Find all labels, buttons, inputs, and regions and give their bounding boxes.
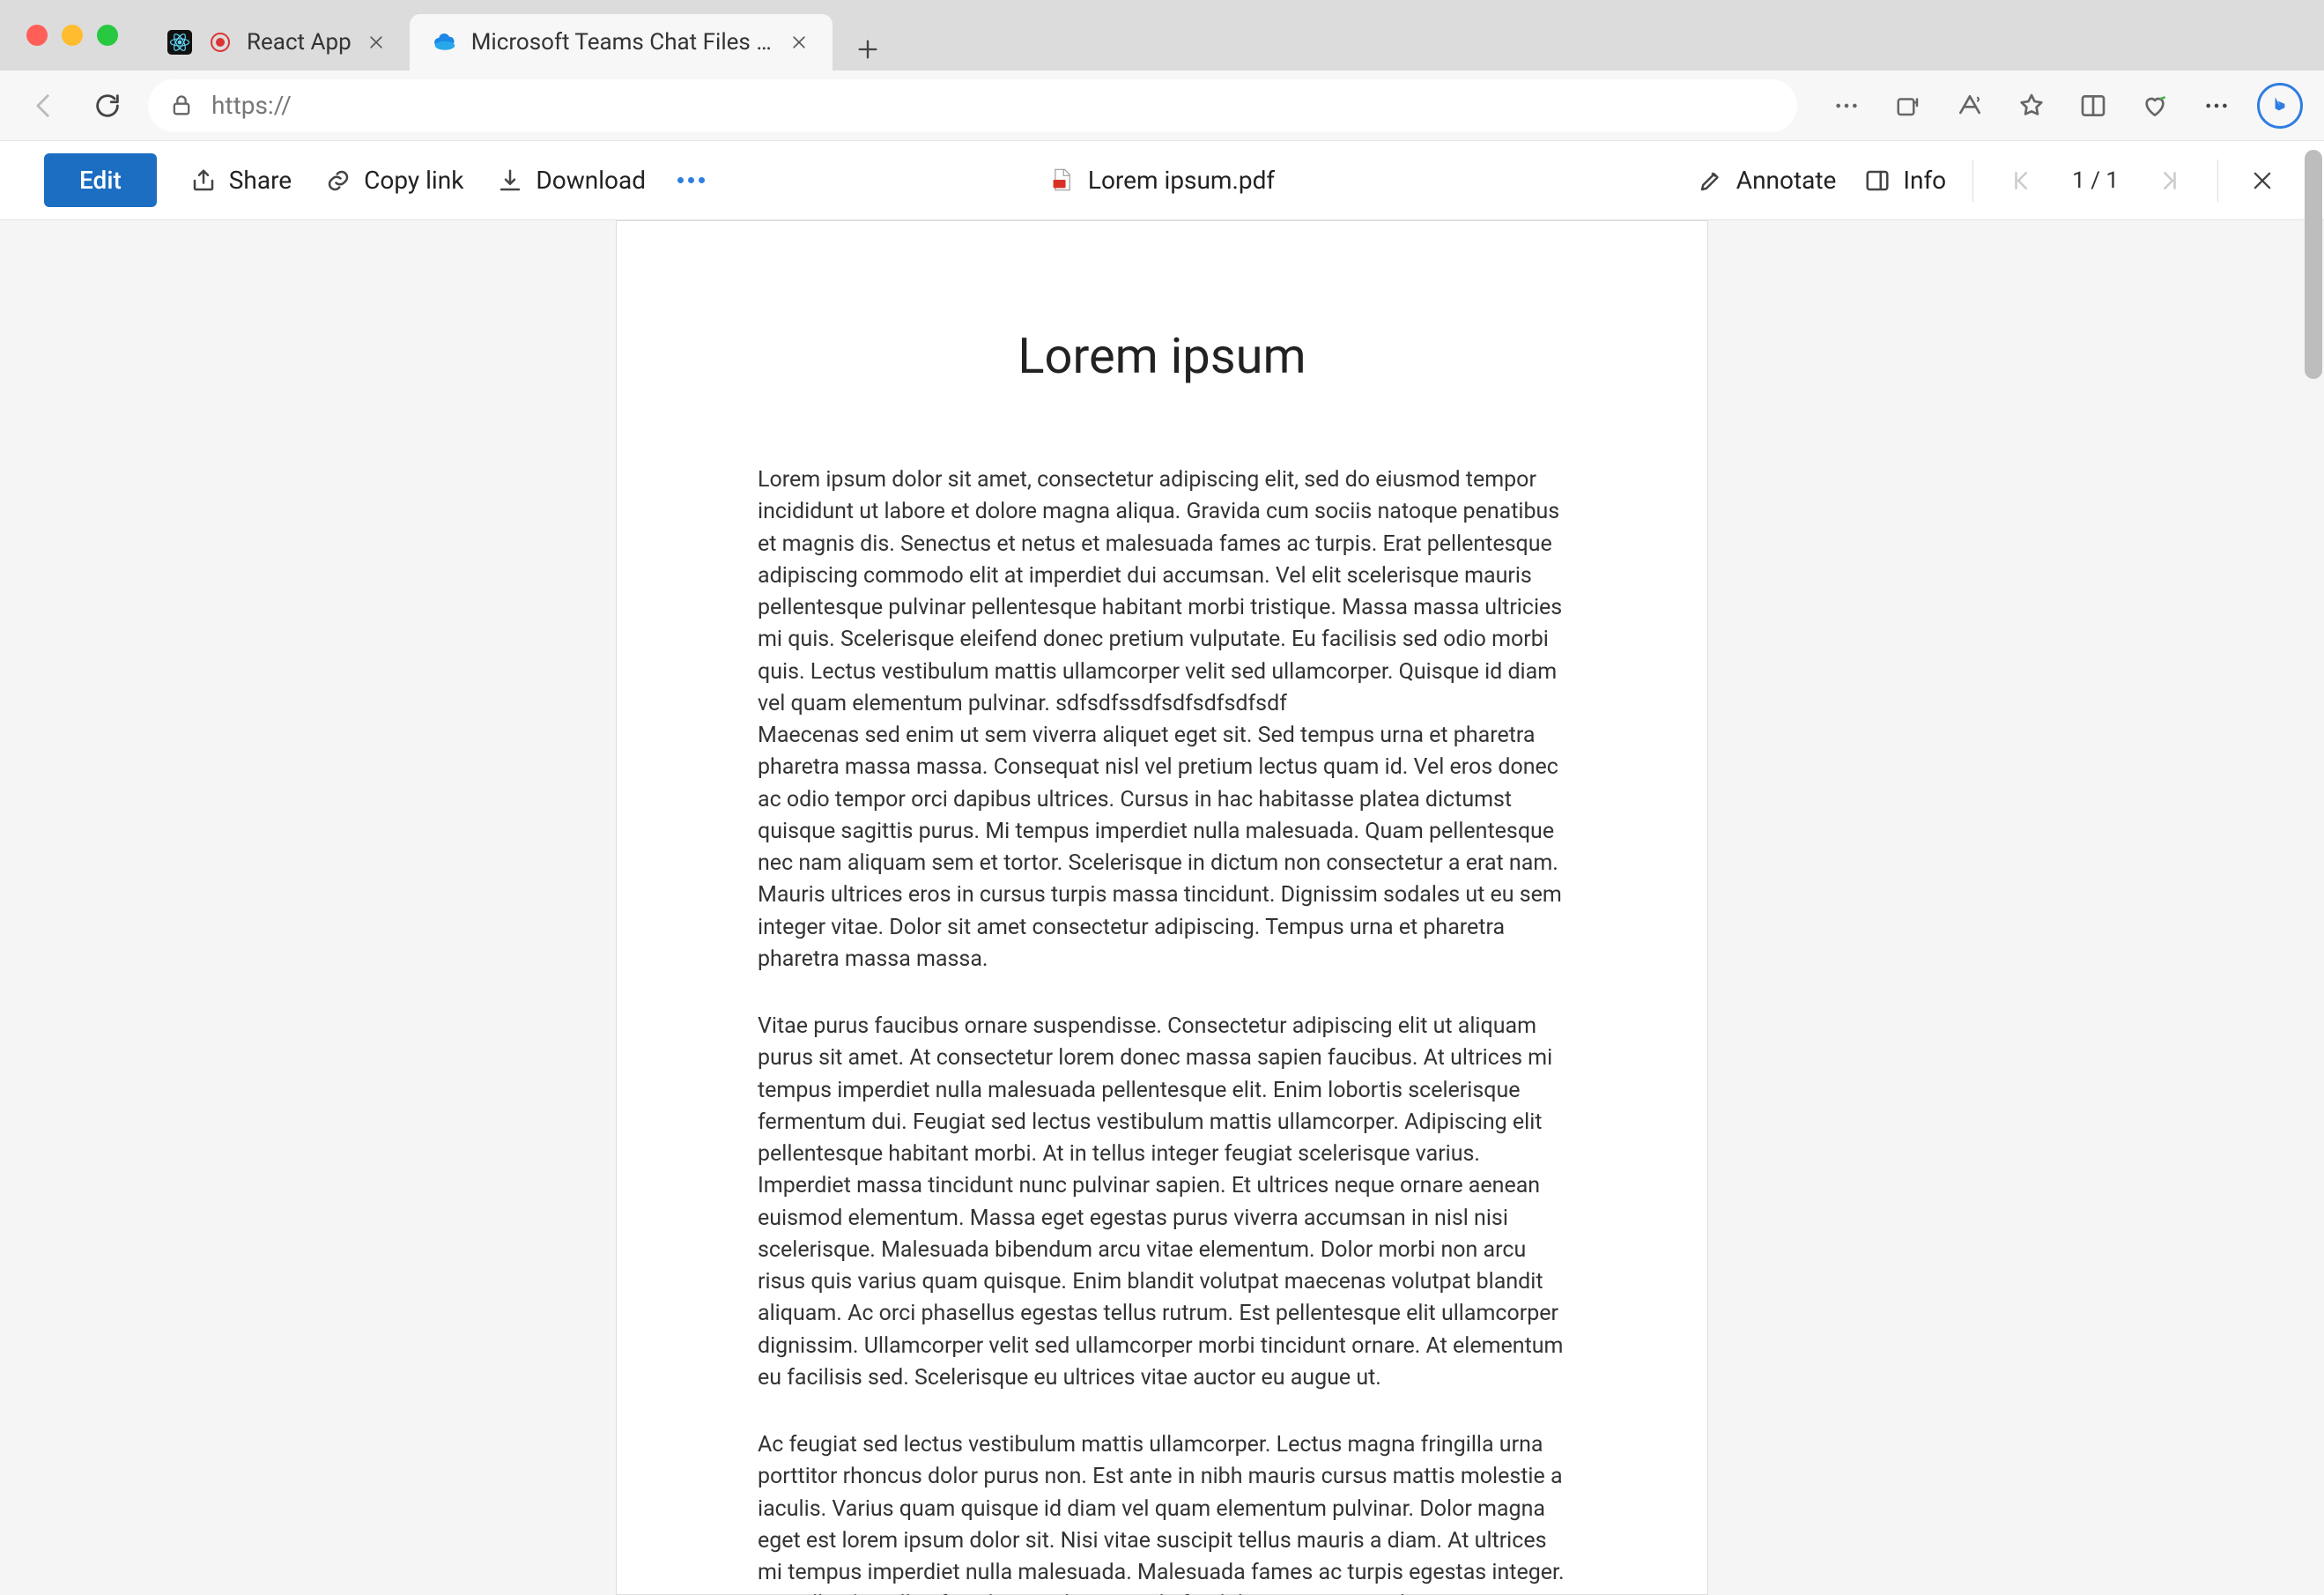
more-dots-icon bbox=[677, 177, 705, 183]
navbar-right-icons bbox=[1825, 83, 2303, 129]
browser-navbar: https:// bbox=[0, 70, 2324, 141]
back-button[interactable] bbox=[21, 83, 67, 129]
bing-chat-icon[interactable] bbox=[2257, 83, 2303, 129]
annotate-button[interactable]: Annotate bbox=[1696, 166, 1837, 196]
titlebar: React App Microsoft Teams Chat Files - O bbox=[0, 0, 2324, 70]
window-close-dot[interactable] bbox=[26, 25, 48, 46]
record-icon bbox=[206, 28, 234, 56]
edit-button[interactable]: Edit bbox=[44, 153, 157, 207]
download-label: Download bbox=[536, 166, 646, 195]
site-info-icon[interactable] bbox=[169, 93, 194, 118]
scrollbar-thumb[interactable] bbox=[2305, 150, 2322, 379]
highlighter-icon bbox=[1696, 166, 1726, 196]
annotate-label: Annotate bbox=[1736, 166, 1837, 195]
settings-menu-icon[interactable] bbox=[2195, 85, 2238, 127]
tab-label: React App bbox=[247, 29, 352, 56]
toolbar-separator bbox=[2217, 160, 2218, 202]
copy-link-button[interactable]: Copy link bbox=[323, 166, 463, 196]
toolbar-separator bbox=[1972, 160, 1973, 202]
window-controls bbox=[26, 25, 118, 46]
tab-label: Microsoft Teams Chat Files - O bbox=[471, 29, 774, 56]
document-paragraph: Ac feugiat sed lectus vestibulum mattis … bbox=[758, 1429, 1566, 1595]
share-button[interactable]: Share bbox=[189, 166, 292, 196]
address-bar[interactable]: https:// bbox=[148, 79, 1797, 132]
favorite-icon[interactable] bbox=[2010, 85, 2053, 127]
onedrive-favicon bbox=[431, 28, 459, 56]
tab-close-icon[interactable] bbox=[364, 30, 389, 55]
tab-react-app[interactable]: React App bbox=[144, 14, 410, 70]
pdf-file-icon bbox=[1049, 167, 1076, 194]
tab-close-icon[interactable] bbox=[787, 30, 811, 55]
info-panel-icon bbox=[1862, 166, 1892, 196]
new-tab-button[interactable] bbox=[847, 28, 889, 70]
window-minimize-dot[interactable] bbox=[62, 25, 83, 46]
close-viewer-button[interactable] bbox=[2245, 163, 2280, 198]
link-icon bbox=[323, 166, 353, 196]
url-text: https:// bbox=[211, 91, 292, 120]
toolbar-right: Annotate Info 1 / 1 bbox=[1696, 158, 2280, 204]
extensions-icon[interactable] bbox=[1887, 85, 1929, 127]
more-actions-button[interactable] bbox=[677, 177, 705, 183]
react-favicon bbox=[166, 28, 194, 56]
document-toolbar: Edit Share Copy link Download Lorem ipsu… bbox=[0, 141, 2324, 220]
tab-teams-files[interactable]: Microsoft Teams Chat Files - O bbox=[410, 14, 833, 70]
document-paragraph: Vitae purus faucibus ornare suspendisse.… bbox=[758, 1011, 1566, 1394]
page-indicator: 1 / 1 bbox=[2072, 167, 2119, 194]
share-label: Share bbox=[229, 166, 292, 195]
download-icon bbox=[495, 166, 525, 196]
info-button[interactable]: Info bbox=[1862, 166, 1946, 196]
document-paragraph: Lorem ipsum dolor sit amet, consectetur … bbox=[758, 464, 1566, 976]
split-screen-icon[interactable] bbox=[2072, 85, 2114, 127]
window-maximize-dot[interactable] bbox=[97, 25, 118, 46]
prev-page-button[interactable] bbox=[2000, 158, 2046, 204]
tab-strip: React App Microsoft Teams Chat Files - O bbox=[144, 0, 889, 70]
next-page-button[interactable] bbox=[2145, 158, 2191, 204]
refresh-button[interactable] bbox=[85, 83, 130, 129]
share-icon bbox=[189, 166, 218, 196]
download-button[interactable]: Download bbox=[495, 166, 646, 196]
edit-label: Edit bbox=[79, 166, 122, 195]
page-actions-icon[interactable] bbox=[1825, 85, 1868, 127]
document-title: Lorem ipsum.pdf bbox=[1049, 166, 1275, 195]
info-label: Info bbox=[1903, 166, 1946, 195]
document-heading: Lorem ipsum bbox=[758, 327, 1566, 385]
document-canvas[interactable]: Lorem ipsum Lorem ipsum dolor sit amet, … bbox=[0, 220, 2324, 1595]
document-page: Lorem ipsum Lorem ipsum dolor sit amet, … bbox=[616, 220, 1708, 1595]
collections-icon[interactable] bbox=[2134, 85, 2176, 127]
copy-link-label: Copy link bbox=[364, 166, 463, 195]
read-aloud-icon[interactable] bbox=[1949, 85, 1991, 127]
document-filename: Lorem ipsum.pdf bbox=[1088, 166, 1275, 195]
